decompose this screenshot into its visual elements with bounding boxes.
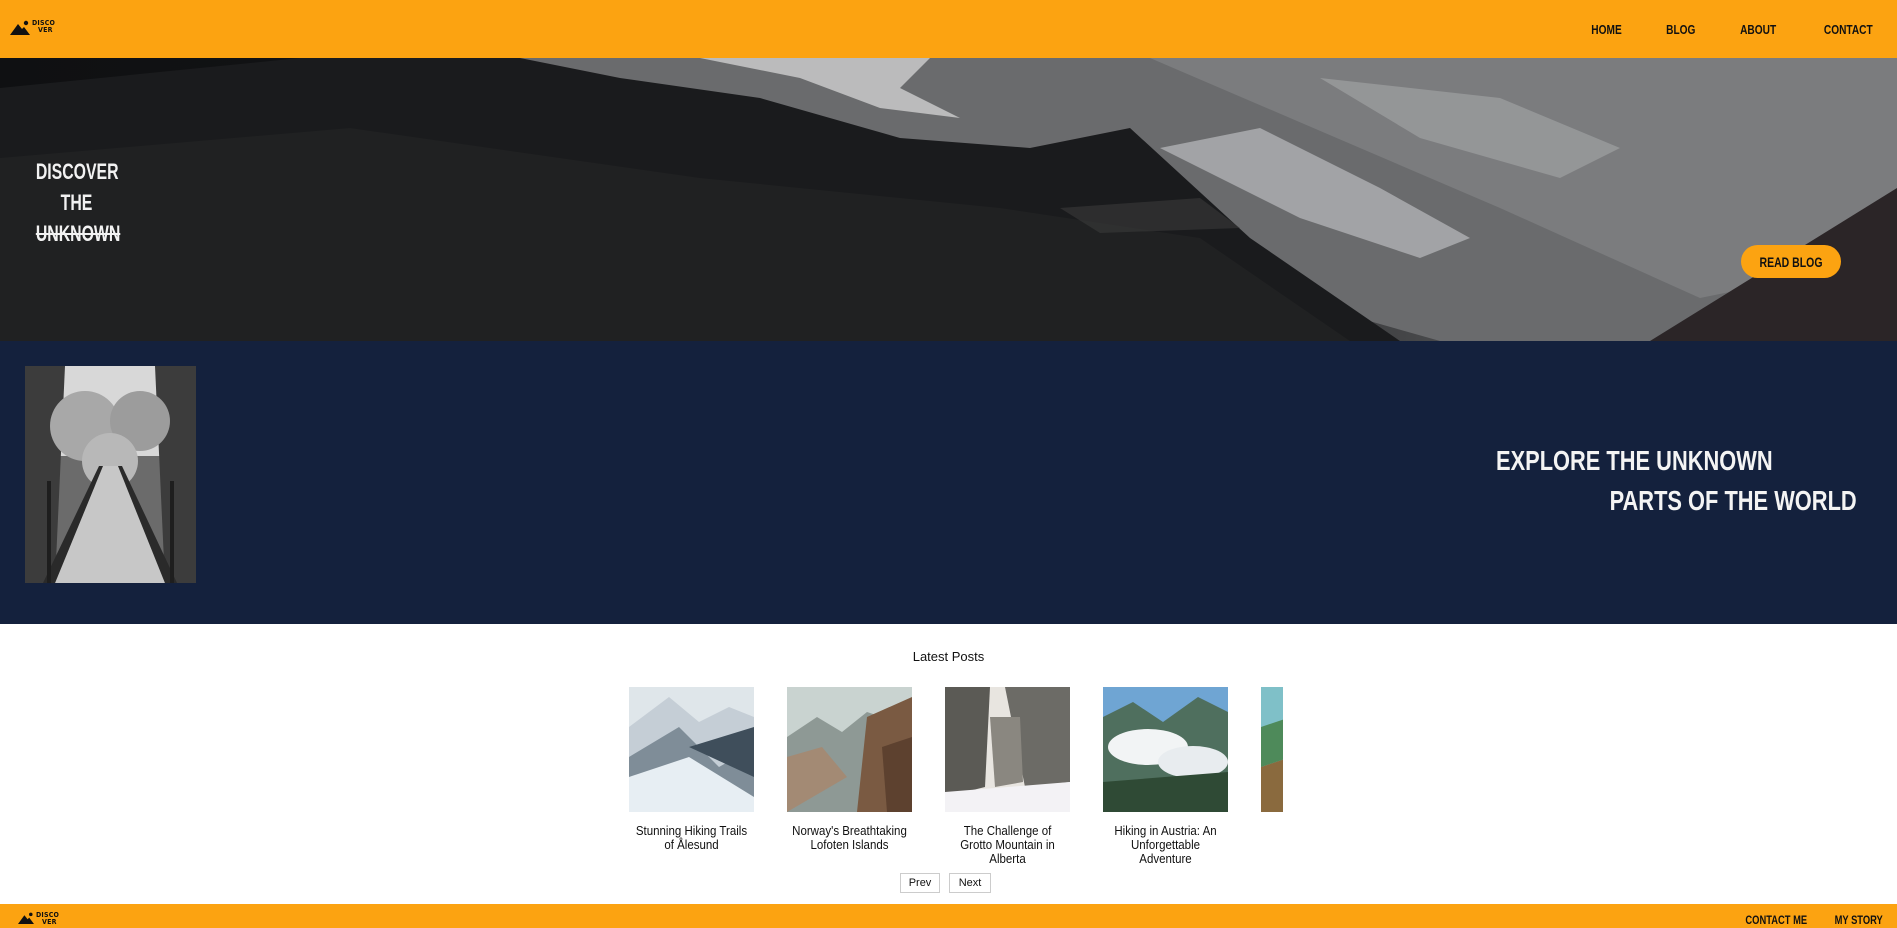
next-button[interactable]: Next bbox=[949, 873, 991, 893]
latest-posts-heading: Latest Posts bbox=[912, 649, 985, 664]
footer-story-link[interactable]: MY STORY bbox=[1835, 913, 1883, 927]
nav-home[interactable]: HOME bbox=[1591, 22, 1621, 37]
site-footer: DISCO VER CONTACT ME MY STORY bbox=[0, 904, 1897, 928]
post-thumbnail bbox=[945, 687, 1070, 812]
site-header: DISCO VER HOME BLOG ABOUT CONTACT bbox=[0, 0, 1897, 58]
mountain-sun-icon bbox=[18, 912, 34, 924]
footer-contact-link[interactable]: CONTACT ME bbox=[1745, 913, 1807, 927]
post-card[interactable]: The Challenge of Grotto Mountain in Albe… bbox=[945, 687, 1070, 866]
post-card[interactable]: Norway's Breathtaking Lofoten Islands bbox=[787, 687, 912, 852]
nav-contact[interactable]: CONTACT bbox=[1824, 22, 1873, 37]
post-card[interactable]: M bbox=[1261, 687, 1283, 838]
logo-text: DISCO VER bbox=[32, 19, 56, 34]
post-thumbnail bbox=[1261, 687, 1283, 812]
mountain-sun-icon bbox=[10, 20, 30, 35]
post-card[interactable]: Hiking in Austria: An Unforgettable Adve… bbox=[1103, 687, 1228, 866]
post-title: Stunning Hiking Trails of Ålesund bbox=[635, 824, 748, 852]
prev-button[interactable]: Prev bbox=[900, 873, 940, 893]
footer-nav: CONTACT ME MY STORY bbox=[1728, 913, 1883, 927]
hero-banner: DISCOVER THE UNKNOWN READ BLOG bbox=[0, 58, 1897, 341]
explore-section: EXPLORE THE UNKNOWN PARTS OF THE WORLD bbox=[0, 341, 1897, 624]
post-title: Norway's Breathtaking Lofoten Islands bbox=[792, 824, 907, 852]
post-title: M bbox=[1266, 824, 1283, 838]
post-thumbnail bbox=[1103, 687, 1228, 812]
bridge-photo bbox=[25, 366, 196, 583]
nav-about[interactable]: ABOUT bbox=[1740, 22, 1776, 37]
logo[interactable]: DISCO VER bbox=[10, 17, 56, 37]
footer-logo[interactable]: DISCO VER bbox=[18, 912, 59, 926]
post-title: Hiking in Austria: An Unforgettable Adve… bbox=[1114, 824, 1217, 866]
nav-blog[interactable]: BLOG bbox=[1666, 22, 1695, 37]
explore-heading: EXPLORE THE UNKNOWN PARTS OF THE WORLD bbox=[1496, 445, 1857, 516]
post-title: The Challenge of Grotto Mountain in Albe… bbox=[960, 824, 1055, 866]
post-card[interactable]: Stunning Hiking Trails of Ålesund bbox=[629, 687, 754, 852]
read-blog-button[interactable]: READ BLOG bbox=[1741, 245, 1841, 278]
posts-carousel: Stunning Hiking Trails of Ålesund Norway… bbox=[629, 687, 1283, 869]
footer-logo-text: DISCO VER bbox=[36, 911, 60, 926]
post-thumbnail bbox=[787, 687, 912, 812]
post-thumbnail bbox=[629, 687, 754, 812]
mountain-photo bbox=[0, 58, 1897, 341]
hero-title: DISCOVER THE UNKNOWN bbox=[35, 159, 121, 246]
main-nav: HOME BLOG ABOUT CONTACT bbox=[1551, 0, 1880, 58]
